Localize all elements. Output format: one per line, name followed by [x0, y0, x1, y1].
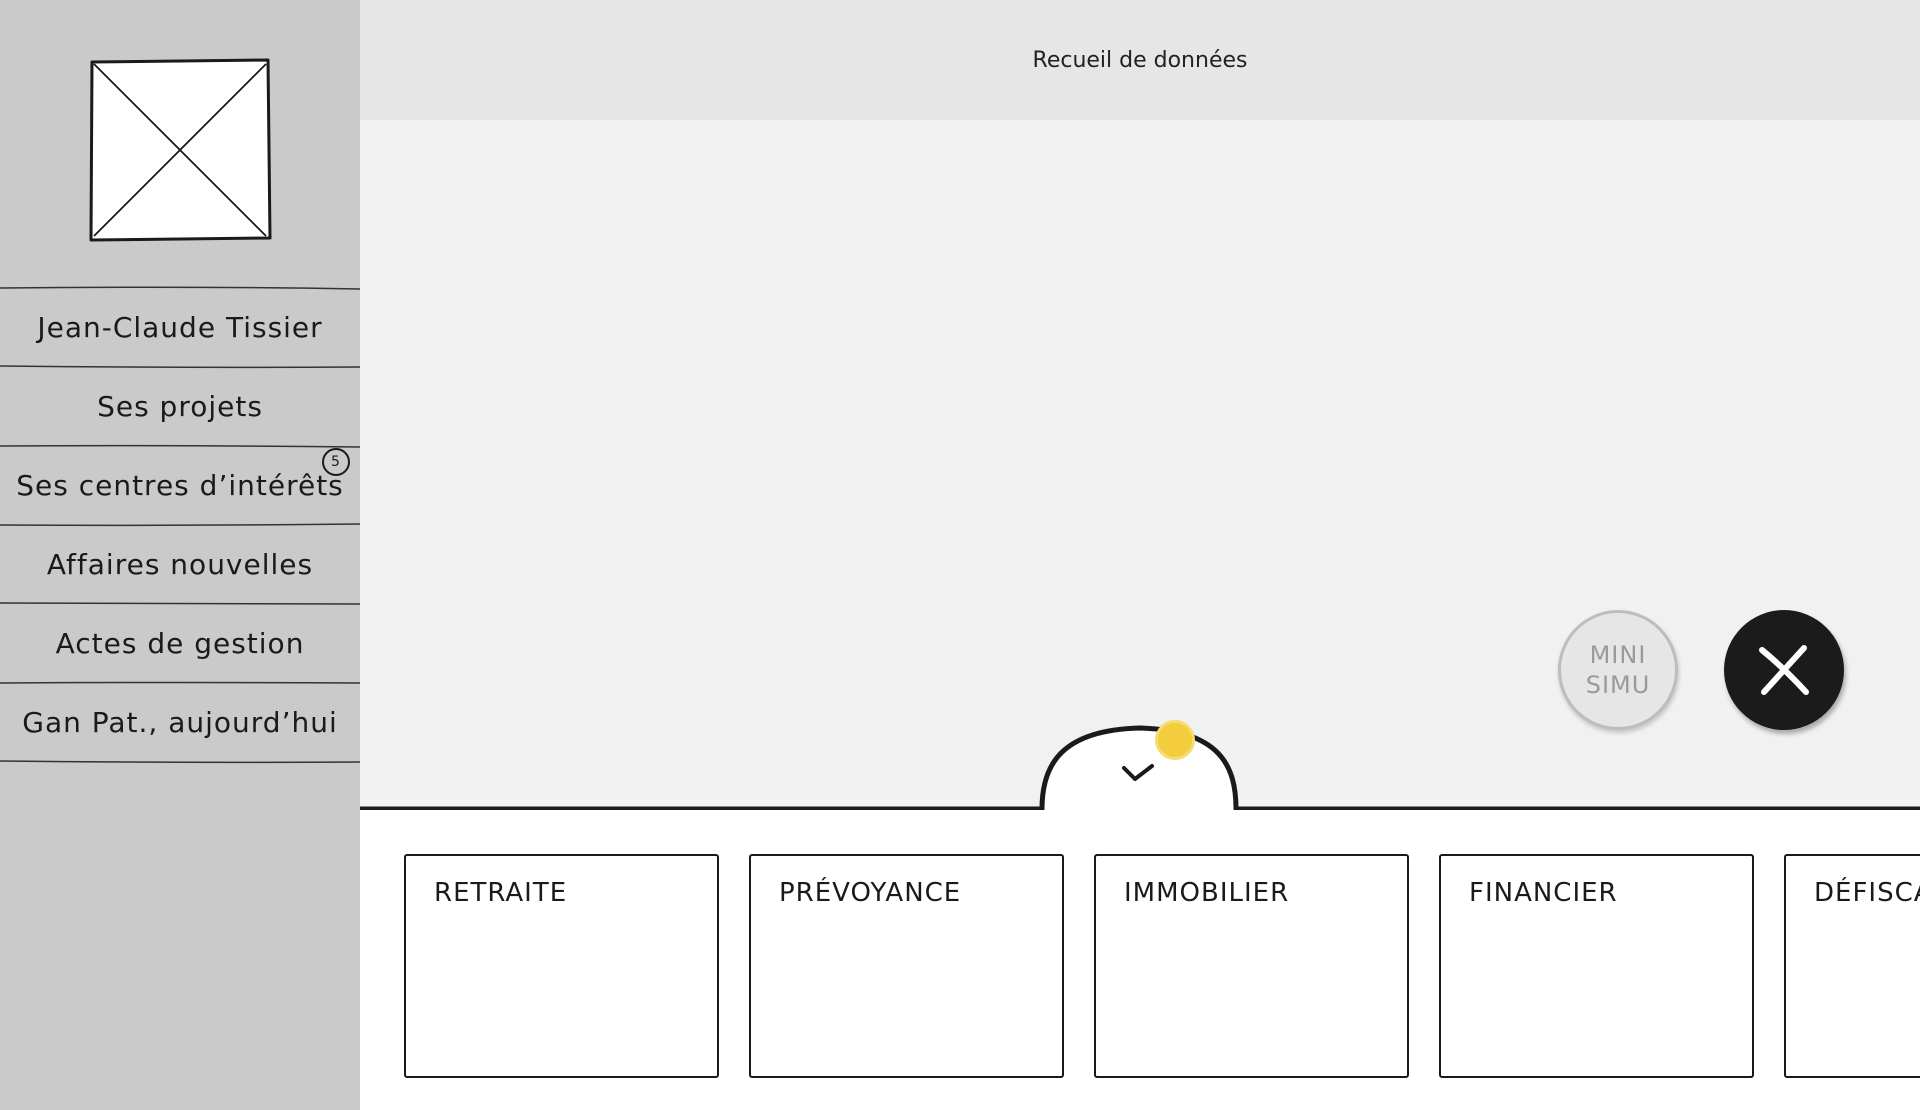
card-title: RETRAITE: [434, 878, 568, 908]
page-title: Recueil de données: [1032, 47, 1248, 73]
sidebar-item-actes-gestion[interactable]: Actes de gestion: [0, 606, 360, 681]
mini-simu-button[interactable]: MINI SIMU: [1558, 610, 1678, 730]
card-title: DÉFISCA: [1814, 878, 1920, 908]
category-card-defiscalisation[interactable]: DÉFISCA: [1784, 854, 1920, 1078]
category-card-retraite[interactable]: RETRAITE: [404, 854, 719, 1078]
category-drawer: RETRAITE PRÉVOYANCE IMMOBILIER FINANCIER…: [360, 810, 1920, 1110]
sidebar-item-label: Jean-Claude Tissier: [37, 311, 323, 344]
card-title: FINANCIER: [1469, 878, 1618, 908]
drag-indicator-dot[interactable]: [1155, 720, 1195, 760]
sidebar-item-label: Gan Pat., aujourd’hui: [22, 706, 338, 739]
sidebar-item-label: Actes de gestion: [55, 627, 305, 660]
page-header: Recueil de données: [360, 0, 1920, 120]
divider: [0, 760, 360, 764]
sidebar-item-gan-pat[interactable]: Gan Pat., aujourd’hui: [0, 685, 360, 760]
sidebar-item-label: Ses projets: [97, 390, 263, 423]
close-button[interactable]: [1724, 610, 1844, 730]
card-title: PRÉVOYANCE: [779, 878, 962, 908]
card-title: IMMOBILIER: [1124, 878, 1290, 908]
sidebar-nav: Jean-Claude Tissier Ses projets Ses cent…: [0, 286, 360, 764]
mini-simu-label-line2: SIMU: [1585, 671, 1651, 699]
category-cards: RETRAITE PRÉVOYANCE IMMOBILIER FINANCIER…: [404, 854, 1920, 1078]
category-card-financier[interactable]: FINANCIER: [1439, 854, 1754, 1078]
category-card-prevoyance[interactable]: PRÉVOYANCE: [749, 854, 1064, 1078]
sidebar-item-client-name[interactable]: Jean-Claude Tissier: [0, 290, 360, 365]
sidebar-item-projets[interactable]: Ses projets: [0, 369, 360, 444]
category-card-immobilier[interactable]: IMMOBILIER: [1094, 854, 1409, 1078]
main-canvas: [360, 120, 1920, 810]
count-badge: 5: [322, 448, 350, 476]
sidebar-item-label: Ses centres d’intérêts: [16, 469, 344, 502]
sidebar-item-centres-interets[interactable]: Ses centres d’intérêts 5: [0, 448, 360, 523]
image-placeholder-icon: [89, 58, 272, 242]
sidebar: Jean-Claude Tissier Ses projets Ses cent…: [0, 0, 360, 1110]
check-icon[interactable]: [1118, 758, 1158, 788]
close-icon: [1759, 645, 1809, 695]
sidebar-item-label: Affaires nouvelles: [46, 548, 314, 581]
mini-simu-label-line1: MINI: [1589, 641, 1647, 669]
app-window: Jean-Claude Tissier Ses projets Ses cent…: [0, 0, 1920, 1110]
sidebar-item-affaires-nouvelles[interactable]: Affaires nouvelles: [0, 527, 360, 602]
